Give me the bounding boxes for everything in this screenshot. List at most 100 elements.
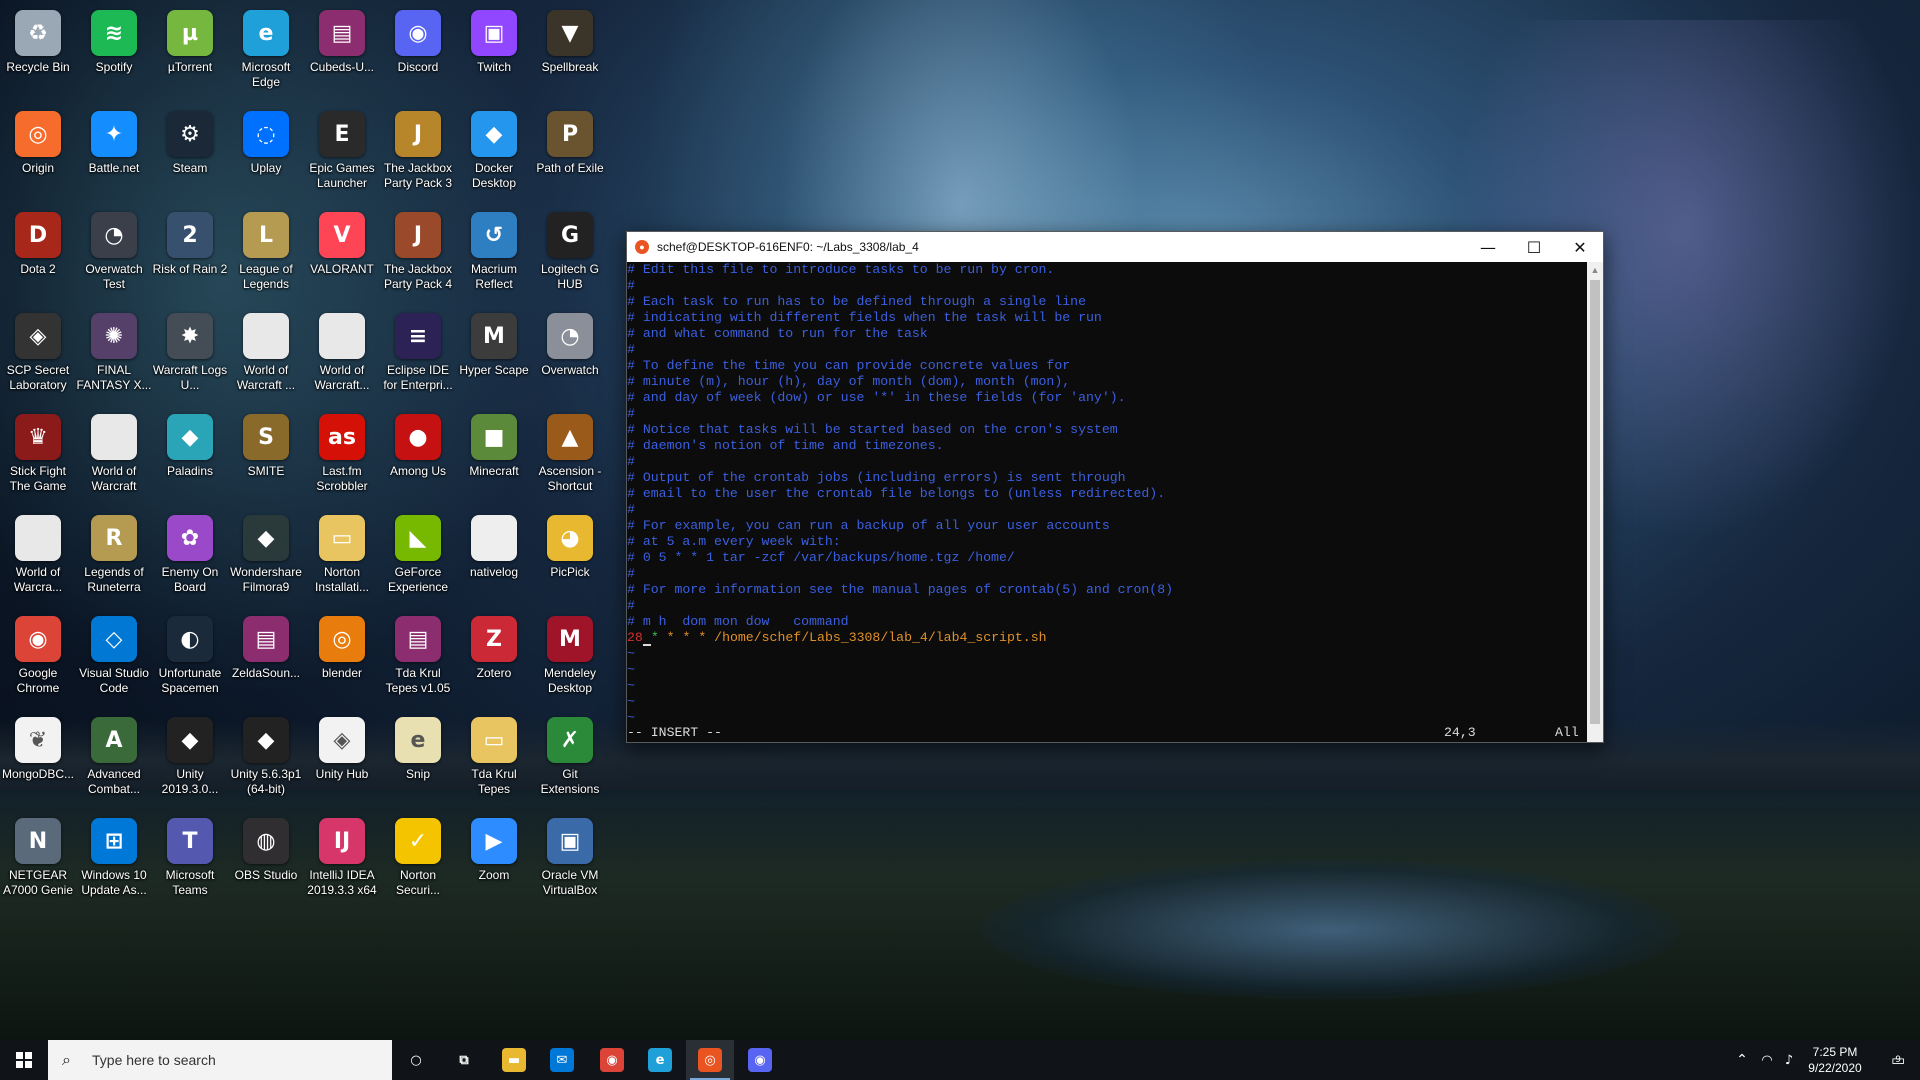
desktop-icon[interactable]: ◣ GeForce Experience — [380, 509, 456, 605]
desktop-icon[interactable]: 2 Risk of Rain 2 — [152, 206, 228, 302]
desktop-icon[interactable]: ◆ Wondershare Filmora9 — [228, 509, 304, 605]
desktop-icon[interactable]: ◉ Discord — [380, 4, 456, 100]
desktop-icon[interactable]: ◔ Overwatch Test — [76, 206, 152, 302]
desktop-icon[interactable]: A Advanced Combat... — [76, 711, 152, 807]
desktop-icon[interactable]: World of Warcraft — [76, 408, 152, 504]
desktop-icon[interactable]: ◎ Origin — [0, 105, 76, 201]
desktop-icon[interactable]: ◉ Google Chrome — [0, 610, 76, 706]
desktop-icon[interactable]: ▲ Ascension - Shortcut — [532, 408, 608, 504]
terminal-scrollbar[interactable]: ▲ — [1587, 262, 1603, 742]
desktop-icon[interactable]: ◎ blender — [304, 610, 380, 706]
desktop-icon[interactable]: S SMITE — [228, 408, 304, 504]
close-icon[interactable]: ✕ — [1557, 232, 1603, 262]
desktop-icon[interactable]: ⊞ Windows 10 Update As... — [76, 812, 152, 908]
desktop-icon[interactable]: ▤ Cubeds-U... — [304, 4, 380, 100]
file-icon — [319, 313, 365, 359]
scroll-up-icon[interactable]: ▲ — [1587, 262, 1603, 278]
desktop-icon[interactable]: ● Among Us — [380, 408, 456, 504]
desktop-icon[interactable]: ≡ Eclipse IDE for Enterpri... — [380, 307, 456, 403]
window-controls: — ☐ ✕ — [1465, 232, 1603, 262]
terminal-window[interactable]: ● schef@DESKTOP-616ENF0: ~/Labs_3308/lab… — [626, 231, 1604, 743]
taskbar-button[interactable]: ◉ — [588, 1040, 636, 1080]
desktop-icon-label: Enemy On Board — [161, 565, 219, 594]
taskbar-button[interactable]: ◎ — [686, 1040, 734, 1080]
desktop-icon[interactable]: ▶ Zoom — [456, 812, 532, 908]
desktop-icon[interactable]: ❦ MongoDBC... — [0, 711, 76, 807]
desktop-icon[interactable]: ♛ Stick Fight The Game — [0, 408, 76, 504]
desktop-icon[interactable]: ▭ Norton Installati... — [304, 509, 380, 605]
desktop-icon[interactable]: ◆ Unity 2019.3.0... — [152, 711, 228, 807]
terminal-content[interactable]: # Edit this file to introduce tasks to b… — [627, 262, 1587, 742]
taskbar-button[interactable]: ✉ — [538, 1040, 586, 1080]
desktop-icon[interactable]: World of Warcraft ... — [228, 307, 304, 403]
desktop-icon[interactable]: ◆ Paladins — [152, 408, 228, 504]
desktop-icon[interactable]: N NETGEAR A7000 Genie — [0, 812, 76, 908]
desktop-icon[interactable]: nativelog — [456, 509, 532, 605]
taskbar-button[interactable]: e — [636, 1040, 684, 1080]
desktop-icon[interactable]: ◆ Unity 5.6.3p1 (64-bit) — [228, 711, 304, 807]
desktop-icon[interactable]: ◕ PicPick — [532, 509, 608, 605]
desktop-icon[interactable]: ✓ Norton Securi... — [380, 812, 456, 908]
desktop-icon[interactable]: ✸ Warcraft Logs U... — [152, 307, 228, 403]
desktop-icon[interactable]: ▤ Tda Krul Tepes v1.05 — [380, 610, 456, 706]
desktop-icon[interactable]: V VALORANT — [304, 206, 380, 302]
desktop-icon[interactable]: ✺ FINAL FANTASY X... — [76, 307, 152, 403]
desktop-icon[interactable]: ▣ Twitch — [456, 4, 532, 100]
desktop-icon[interactable]: as Last.fm Scrobbler — [304, 408, 380, 504]
desktop-icon[interactable]: ≋ Spotify — [76, 4, 152, 100]
desktop-icon[interactable]: D Dota 2 — [0, 206, 76, 302]
notification-icon[interactable]: ▭ 9 — [1876, 1040, 1916, 1080]
desktop-icon[interactable]: ◆ Docker Desktop — [456, 105, 532, 201]
desktop-icon[interactable]: R Legends of Runeterra — [76, 509, 152, 605]
desktop-icon[interactable]: ✿ Enemy On Board — [152, 509, 228, 605]
desktop-icon[interactable]: ◐ Unfortunate Spacemen — [152, 610, 228, 706]
desktop-icon[interactable]: ♻ Recycle Bin — [0, 4, 76, 100]
desktop-icon[interactable]: IJ IntelliJ IDEA 2019.3.3 x64 — [304, 812, 380, 908]
desktop-icon[interactable]: ◍ OBS Studio — [228, 812, 304, 908]
desktop-icon[interactable]: ▤ ZeldaSoun... — [228, 610, 304, 706]
desktop-icon[interactable]: E Epic Games Launcher — [304, 105, 380, 201]
desktop-icon[interactable]: ◈ Unity Hub — [304, 711, 380, 807]
desktop-icon[interactable]: World of Warcra... — [0, 509, 76, 605]
start-button[interactable] — [0, 1040, 48, 1080]
desktop-icon[interactable]: G Logitech G HUB — [532, 206, 608, 302]
desktop-icon[interactable]: ⚙ Steam — [152, 105, 228, 201]
taskbar-clock[interactable]: 7:25 PM 9/22/2020 — [1794, 1044, 1876, 1076]
desktop-icon[interactable]: ◌ Uplay — [228, 105, 304, 201]
desktop-icon[interactable]: P Path of Exile — [532, 105, 608, 201]
desktop-icon[interactable]: ◇ Visual Studio Code — [76, 610, 152, 706]
desktop-icon[interactable]: World of Warcraft... — [304, 307, 380, 403]
desktop-icon[interactable]: M Mendeley Desktop — [532, 610, 608, 706]
wifi-icon[interactable]: ◠ — [1756, 1040, 1778, 1080]
desktop-icon[interactable]: ▭ Tda Krul Tepes — [456, 711, 532, 807]
taskbar-button[interactable]: ▬ — [490, 1040, 538, 1080]
desktop-icon[interactable]: ▣ Oracle VM VirtualBox — [532, 812, 608, 908]
desktop-icon[interactable]: M Hyper Scape — [456, 307, 532, 403]
desktop-icon[interactable]: ↺ Macrium Reflect — [456, 206, 532, 302]
tray-chevron-icon[interactable]: ⌃ — [1730, 1040, 1754, 1080]
desktop-icon[interactable]: e Snip — [380, 711, 456, 807]
desktop-icon[interactable]: ✗ Git Extensions — [532, 711, 608, 807]
desktop-icon[interactable]: L League of Legends — [228, 206, 304, 302]
desktop-icon[interactable]: J The Jackbox Party Pack 4 — [380, 206, 456, 302]
desktop-icon-label: nativelog — [469, 565, 519, 579]
desktop-icon[interactable]: ✦ Battle.net — [76, 105, 152, 201]
desktop-icon[interactable]: ◔ Overwatch — [532, 307, 608, 403]
desktop-icon[interactable]: ▼ Spellbreak — [532, 4, 608, 100]
desktop-icon[interactable]: ■ Minecraft — [456, 408, 532, 504]
scroll-thumb[interactable] — [1590, 280, 1600, 724]
desktop-icon[interactable]: T Microsoft Teams — [152, 812, 228, 908]
taskbar-search-box[interactable]: ⌕ Type here to search — [48, 1040, 392, 1080]
taskbar-button[interactable]: ⧉ — [440, 1040, 488, 1080]
desktop-icon[interactable]: Z Zotero — [456, 610, 532, 706]
maximize-icon[interactable]: ☐ — [1511, 232, 1557, 262]
desktop-icon[interactable]: ◈ SCP Secret Laboratory — [0, 307, 76, 403]
minimize-icon[interactable]: — — [1465, 232, 1511, 262]
desktop-icon[interactable]: µ µTorrent — [152, 4, 228, 100]
desktop-icon[interactable]: J The Jackbox Party Pack 3 — [380, 105, 456, 201]
terminal-titlebar[interactable]: ● schef@DESKTOP-616ENF0: ~/Labs_3308/lab… — [627, 232, 1603, 262]
taskbar-button[interactable]: ◉ — [736, 1040, 784, 1080]
terminal-comment-line: # — [627, 502, 635, 517]
desktop-icon[interactable]: e Microsoft Edge — [228, 4, 304, 100]
taskbar-button[interactable]: ○ — [392, 1040, 440, 1080]
